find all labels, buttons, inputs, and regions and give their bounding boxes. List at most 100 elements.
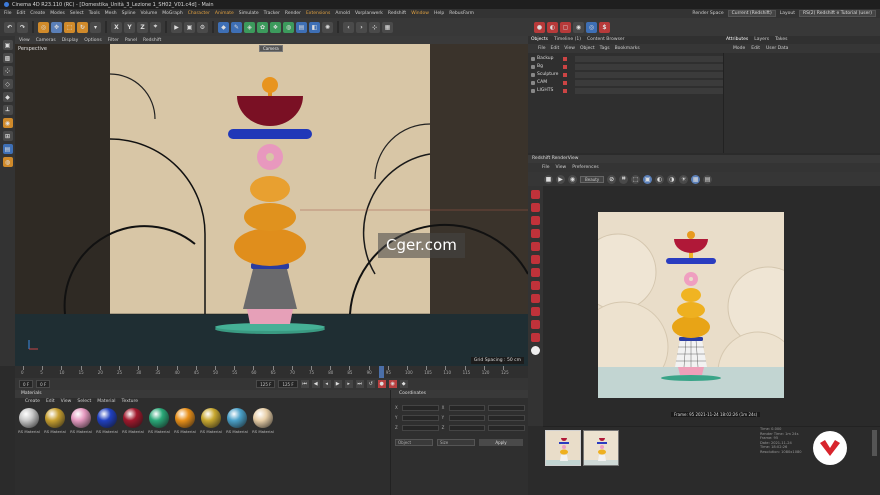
material-swatch[interactable]: RS Material xyxy=(95,408,119,434)
menu-spline[interactable]: Spline xyxy=(122,11,136,16)
snapshot-thumbnail[interactable] xyxy=(545,430,581,466)
undo-icon[interactable]: ↶ xyxy=(4,21,15,33)
snapshot-thumbnail[interactable] xyxy=(583,430,619,466)
coord-rot-field[interactable] xyxy=(488,414,526,421)
object-row[interactable]: Sculpture xyxy=(528,71,723,78)
workplane-mode-icon[interactable]: ▤ xyxy=(2,144,13,154)
timeline-ruler[interactable]: 0 5 10 15 20 25 30 35 40 45 50 55 60 65 70 75 80 85 90 95 10… xyxy=(15,366,528,378)
cube-icon[interactable]: ◆ xyxy=(218,21,229,33)
autokey-icon[interactable]: ◉ xyxy=(388,380,397,388)
go-start-icon[interactable]: ⏮ xyxy=(300,380,309,388)
visibility-toggle-icon[interactable] xyxy=(563,72,567,77)
viewport-menu-display[interactable]: Display xyxy=(62,38,79,43)
save-icon[interactable]: ▤ xyxy=(703,174,713,184)
rs-tool-icon[interactable] xyxy=(531,281,540,290)
menu-select[interactable]: Select xyxy=(70,11,84,16)
menu-vorplanwerk[interactable]: Vorplanwerk xyxy=(355,11,383,16)
coord-rot-field[interactable] xyxy=(488,404,526,411)
rs-tool-icon[interactable] xyxy=(531,255,540,264)
menu-window[interactable]: Window xyxy=(411,11,429,16)
viewport-menu-options[interactable]: Options xyxy=(84,38,101,43)
menu-edit[interactable]: Edit xyxy=(17,11,26,16)
menu-tools[interactable]: Tools xyxy=(89,11,100,16)
polygons-mode-icon[interactable]: ◆ xyxy=(2,92,13,102)
viewport-menu-panel[interactable]: Panel xyxy=(125,38,137,43)
viewport-menu-view[interactable]: View xyxy=(19,38,30,43)
start-frame-field[interactable]: 0 F xyxy=(19,380,34,388)
coord-pos-field[interactable] xyxy=(402,414,439,421)
play-back-icon[interactable]: ◂ xyxy=(322,380,331,388)
menu-modes[interactable]: Modes xyxy=(50,11,65,16)
menu-mograph[interactable]: MoGraph xyxy=(162,11,182,16)
material-swatch[interactable]: RS Material xyxy=(251,408,275,434)
coord-mode-dropdown[interactable]: Object xyxy=(395,439,433,446)
snap-mode-icon[interactable]: ⊞ xyxy=(2,131,13,141)
renderview-menu-preferences[interactable]: Preferences xyxy=(572,163,598,172)
end-frame-field[interactable]: 125 F xyxy=(278,380,298,388)
attributes-menu-edit[interactable]: Edit xyxy=(751,44,760,53)
materials-menu-view[interactable]: View xyxy=(61,398,72,406)
material-swatch[interactable]: RS Material xyxy=(17,408,41,434)
snap-icon[interactable]: ⊹ xyxy=(369,21,380,33)
redshift-dome-icon[interactable]: ◐ xyxy=(547,21,558,33)
coord-size-field[interactable] xyxy=(448,424,486,431)
lock-icon[interactable]: ⊘ xyxy=(607,174,617,184)
visibility-toggle-icon[interactable] xyxy=(563,88,567,93)
coord-size-field[interactable] xyxy=(448,404,486,411)
axis-z-button[interactable]: Z xyxy=(137,21,148,33)
live-select-icon[interactable]: ◎ xyxy=(38,21,49,33)
visibility-toggle-icon[interactable] xyxy=(563,56,567,61)
fit-icon[interactable]: ▣ xyxy=(643,174,653,184)
min-frame-field[interactable]: 0 F xyxy=(36,380,51,388)
render-space-dropdown[interactable]: Current (Redshift) xyxy=(727,10,776,17)
tweak-mode-icon[interactable]: ◉ xyxy=(2,118,13,128)
compare-icon[interactable]: ▦ xyxy=(691,174,701,184)
viewport-menu-redshift[interactable]: Redshift xyxy=(143,38,161,43)
go-end-icon[interactable]: ⏭ xyxy=(355,380,364,388)
menu-help[interactable]: Help xyxy=(434,11,444,16)
menu-tracker[interactable]: Tracker xyxy=(264,11,280,16)
rs-tool-icon[interactable] xyxy=(531,242,540,251)
renderview-menu-view[interactable]: View xyxy=(556,163,567,172)
menu-file[interactable]: File xyxy=(4,11,12,16)
light-icon[interactable]: ✺ xyxy=(322,21,333,33)
coordinate-system-icon[interactable]: ⌖ xyxy=(150,21,161,33)
materials-menu-create[interactable]: Create xyxy=(25,398,40,406)
materials-menu-material[interactable]: Material xyxy=(97,398,115,406)
coord-pos-field[interactable] xyxy=(402,424,439,431)
material-swatch[interactable]: RS Material xyxy=(147,408,171,434)
workplane-icon[interactable]: ▦ xyxy=(382,21,393,33)
materials-menu-edit[interactable]: Edit xyxy=(46,398,55,406)
material-swatch[interactable]: RS Material xyxy=(69,408,93,434)
materials-menu-texture[interactable]: Texture xyxy=(122,398,138,406)
menu-arnold[interactable]: Arnold xyxy=(335,11,350,16)
material-swatch[interactable]: RS Material xyxy=(43,408,67,434)
visibility-toggle-icon[interactable] xyxy=(563,80,567,85)
material-swatch[interactable]: RS Material xyxy=(121,408,145,434)
perspective-viewport[interactable]: Perspective Camera Grid Spacing : 50 cm xyxy=(15,44,528,366)
tab-timeline[interactable]: Timeline (1) xyxy=(554,36,581,44)
objects-menu-object[interactable]: Object xyxy=(580,44,595,53)
rs-tool-icon[interactable] xyxy=(531,190,540,199)
objects-menu-bookmarks[interactable]: Bookmarks xyxy=(615,44,640,53)
rotate-icon[interactable]: ↻ xyxy=(77,21,88,33)
menu-redshift[interactable]: Redshift xyxy=(388,11,406,16)
object-row[interactable]: Bg xyxy=(528,63,723,70)
menu-rebusfarm[interactable]: RebusFarm xyxy=(449,11,474,16)
object-row[interactable]: LIGHTS xyxy=(528,87,723,94)
menu-mesh[interactable]: Mesh xyxy=(105,11,117,16)
rs-tool-icon[interactable] xyxy=(531,307,540,316)
redo-icon[interactable]: ↷ xyxy=(17,21,28,33)
materials-menu-select[interactable]: Select xyxy=(77,398,91,406)
points-mode-icon[interactable]: ⁘ xyxy=(2,66,13,76)
renderview-menu-file[interactable]: File xyxy=(542,163,550,172)
field-icon[interactable]: ◍ xyxy=(283,21,294,33)
pen-icon[interactable]: ✎ xyxy=(231,21,242,33)
max-frame-field[interactable]: 125 F xyxy=(256,380,276,388)
channel-icon[interactable]: ◑ xyxy=(667,174,677,184)
objects-menu-edit[interactable]: Edit xyxy=(551,44,560,53)
redshift-area-icon[interactable]: ▢ xyxy=(560,21,571,33)
material-swatch[interactable]: RS Material xyxy=(199,408,223,434)
recent-tool-icon[interactable]: ▾ xyxy=(90,21,101,33)
stop-icon[interactable]: ■ xyxy=(544,174,553,184)
